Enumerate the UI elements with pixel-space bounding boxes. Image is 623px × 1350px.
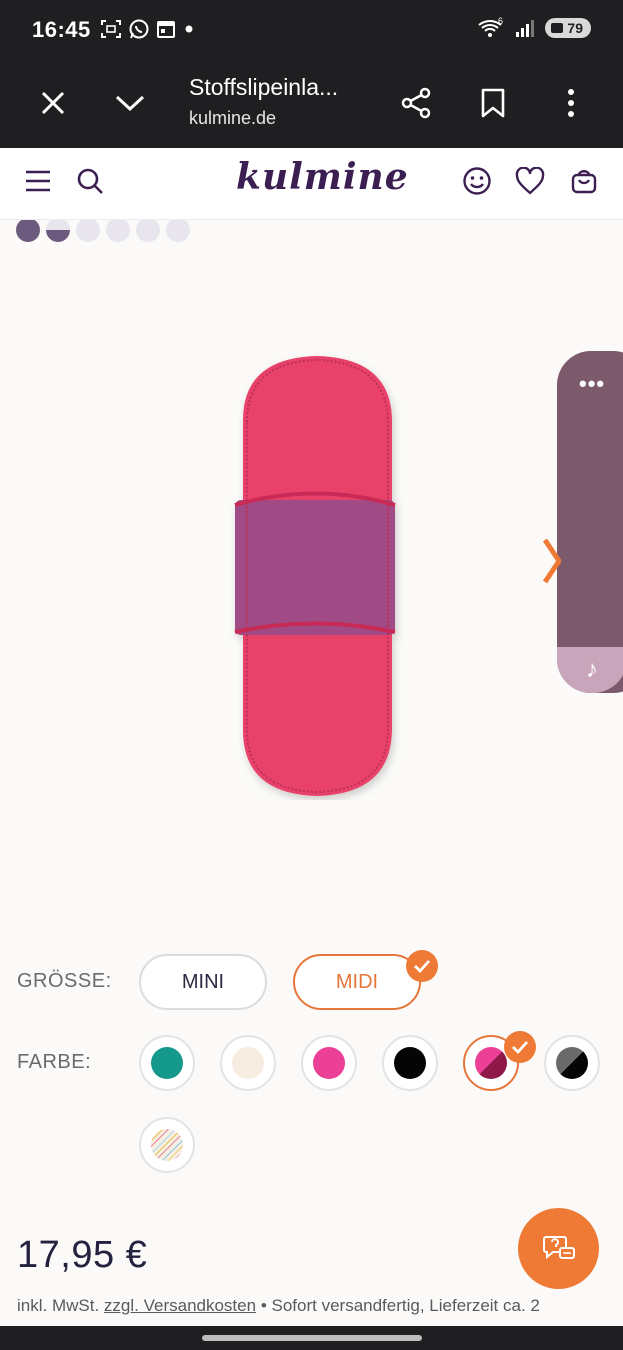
separator: • bbox=[260, 1296, 267, 1315]
system-icons: 6 79 bbox=[477, 17, 591, 39]
color-swatch-grau-schwarz[interactable] bbox=[544, 1035, 600, 1091]
color-swatch-pink[interactable] bbox=[301, 1035, 357, 1091]
shipping-link[interactable]: zzgl. Versandkosten bbox=[104, 1296, 256, 1315]
gallery-dot[interactable] bbox=[46, 220, 70, 242]
selected-check-icon bbox=[406, 950, 438, 982]
color-label: FARBE: bbox=[17, 1051, 92, 1073]
search-button[interactable] bbox=[73, 164, 107, 198]
site-logo[interactable]: kulmine bbox=[236, 156, 409, 198]
menu-button[interactable] bbox=[21, 164, 55, 198]
product-price: 17,95 € bbox=[17, 1234, 148, 1276]
browser-toolbar: Stoffslipeinla... kulmine.de bbox=[0, 58, 623, 148]
network-type: 6 bbox=[498, 17, 503, 26]
minimize-button[interactable] bbox=[107, 80, 153, 126]
gallery-dot[interactable] bbox=[136, 220, 160, 242]
system-navigation-bar bbox=[0, 1326, 623, 1350]
home-gesture-handle[interactable] bbox=[202, 1335, 422, 1341]
cart-button[interactable] bbox=[567, 164, 601, 198]
heart-icon bbox=[515, 167, 545, 195]
chat-button[interactable] bbox=[518, 1208, 599, 1289]
price-fineprint: inkl. MwSt. zzgl. Versandkosten • Sofort… bbox=[17, 1296, 540, 1316]
bookmark-icon bbox=[481, 88, 505, 118]
account-button[interactable] bbox=[460, 164, 494, 198]
size-option-midi[interactable]: MIDI bbox=[293, 954, 421, 1010]
swatch-fill bbox=[475, 1047, 507, 1079]
gallery-indicator bbox=[16, 220, 190, 242]
size-option-label: MINI bbox=[181, 970, 225, 993]
chat-help-icon bbox=[542, 1235, 575, 1259]
tax-note: inkl. MwSt. bbox=[17, 1296, 100, 1315]
swatch-fill bbox=[151, 1047, 183, 1079]
color-swatch-gestreift[interactable] bbox=[139, 1117, 195, 1173]
wifi-icon: 6 bbox=[478, 17, 503, 37]
music-note-icon[interactable]: ♪ bbox=[557, 647, 623, 693]
gallery-next-arrow-icon[interactable] bbox=[541, 536, 561, 586]
site-header: kulmine bbox=[0, 148, 623, 220]
swatch-fill bbox=[556, 1047, 588, 1079]
whatsapp-icon bbox=[129, 19, 149, 39]
color-swatch-natur[interactable] bbox=[220, 1035, 276, 1091]
color-swatch-petrol[interactable] bbox=[139, 1035, 195, 1091]
gallery-dot[interactable] bbox=[106, 220, 130, 242]
size-option-label: MIDI bbox=[335, 970, 379, 993]
swatch-fill bbox=[232, 1047, 264, 1079]
status-time: 16:45 bbox=[32, 17, 91, 42]
screenshot-icon bbox=[101, 20, 121, 38]
search-icon bbox=[77, 168, 103, 194]
selected-check-icon bbox=[504, 1031, 536, 1063]
more-notifications-icon bbox=[185, 25, 193, 33]
swatch-fill bbox=[151, 1129, 183, 1161]
floating-media-panel[interactable]: ••• ♪ bbox=[557, 351, 623, 693]
chevron-down-icon bbox=[115, 95, 145, 112]
page-url: kulmine.de bbox=[189, 108, 277, 128]
page-title: Stoffslipeinla... bbox=[189, 74, 339, 100]
swatch-fill bbox=[313, 1047, 345, 1079]
gallery-dot[interactable] bbox=[166, 220, 190, 242]
gallery-dot[interactable] bbox=[76, 220, 100, 242]
color-swatch-schwarz[interactable] bbox=[382, 1035, 438, 1091]
hamburger-icon bbox=[26, 170, 50, 192]
browser-menu-button[interactable] bbox=[548, 80, 594, 126]
battery-indicator: 79 bbox=[545, 18, 591, 38]
wishlist-button[interactable] bbox=[513, 164, 547, 198]
share-button[interactable] bbox=[393, 80, 439, 126]
calendar-icon bbox=[157, 21, 175, 38]
notification-icons bbox=[100, 18, 196, 40]
availability-text: Sofort versandfertig, Lieferzeit ca. 2 bbox=[271, 1296, 540, 1315]
close-icon bbox=[41, 91, 65, 115]
close-tab-button[interactable] bbox=[30, 80, 76, 126]
product-image[interactable] bbox=[225, 350, 405, 800]
signal-icon bbox=[516, 20, 535, 37]
smiley-icon bbox=[463, 167, 491, 195]
gallery-dot[interactable] bbox=[16, 220, 40, 242]
share-icon bbox=[401, 87, 431, 119]
size-option-mini[interactable]: MINI bbox=[139, 954, 267, 1010]
more-vertical-icon bbox=[568, 89, 574, 117]
status-bar: 16:45 6 79 bbox=[0, 0, 623, 58]
product-page: ••• ♪ GRÖSSE: MINI MIDI FARBE: 17,95 € i… bbox=[0, 220, 623, 1326]
panel-more-icon[interactable]: ••• bbox=[579, 371, 605, 397]
size-label: GRÖSSE: bbox=[17, 970, 112, 992]
basket-icon bbox=[571, 170, 597, 194]
swatch-fill bbox=[394, 1047, 426, 1079]
bookmark-button[interactable] bbox=[470, 80, 516, 126]
